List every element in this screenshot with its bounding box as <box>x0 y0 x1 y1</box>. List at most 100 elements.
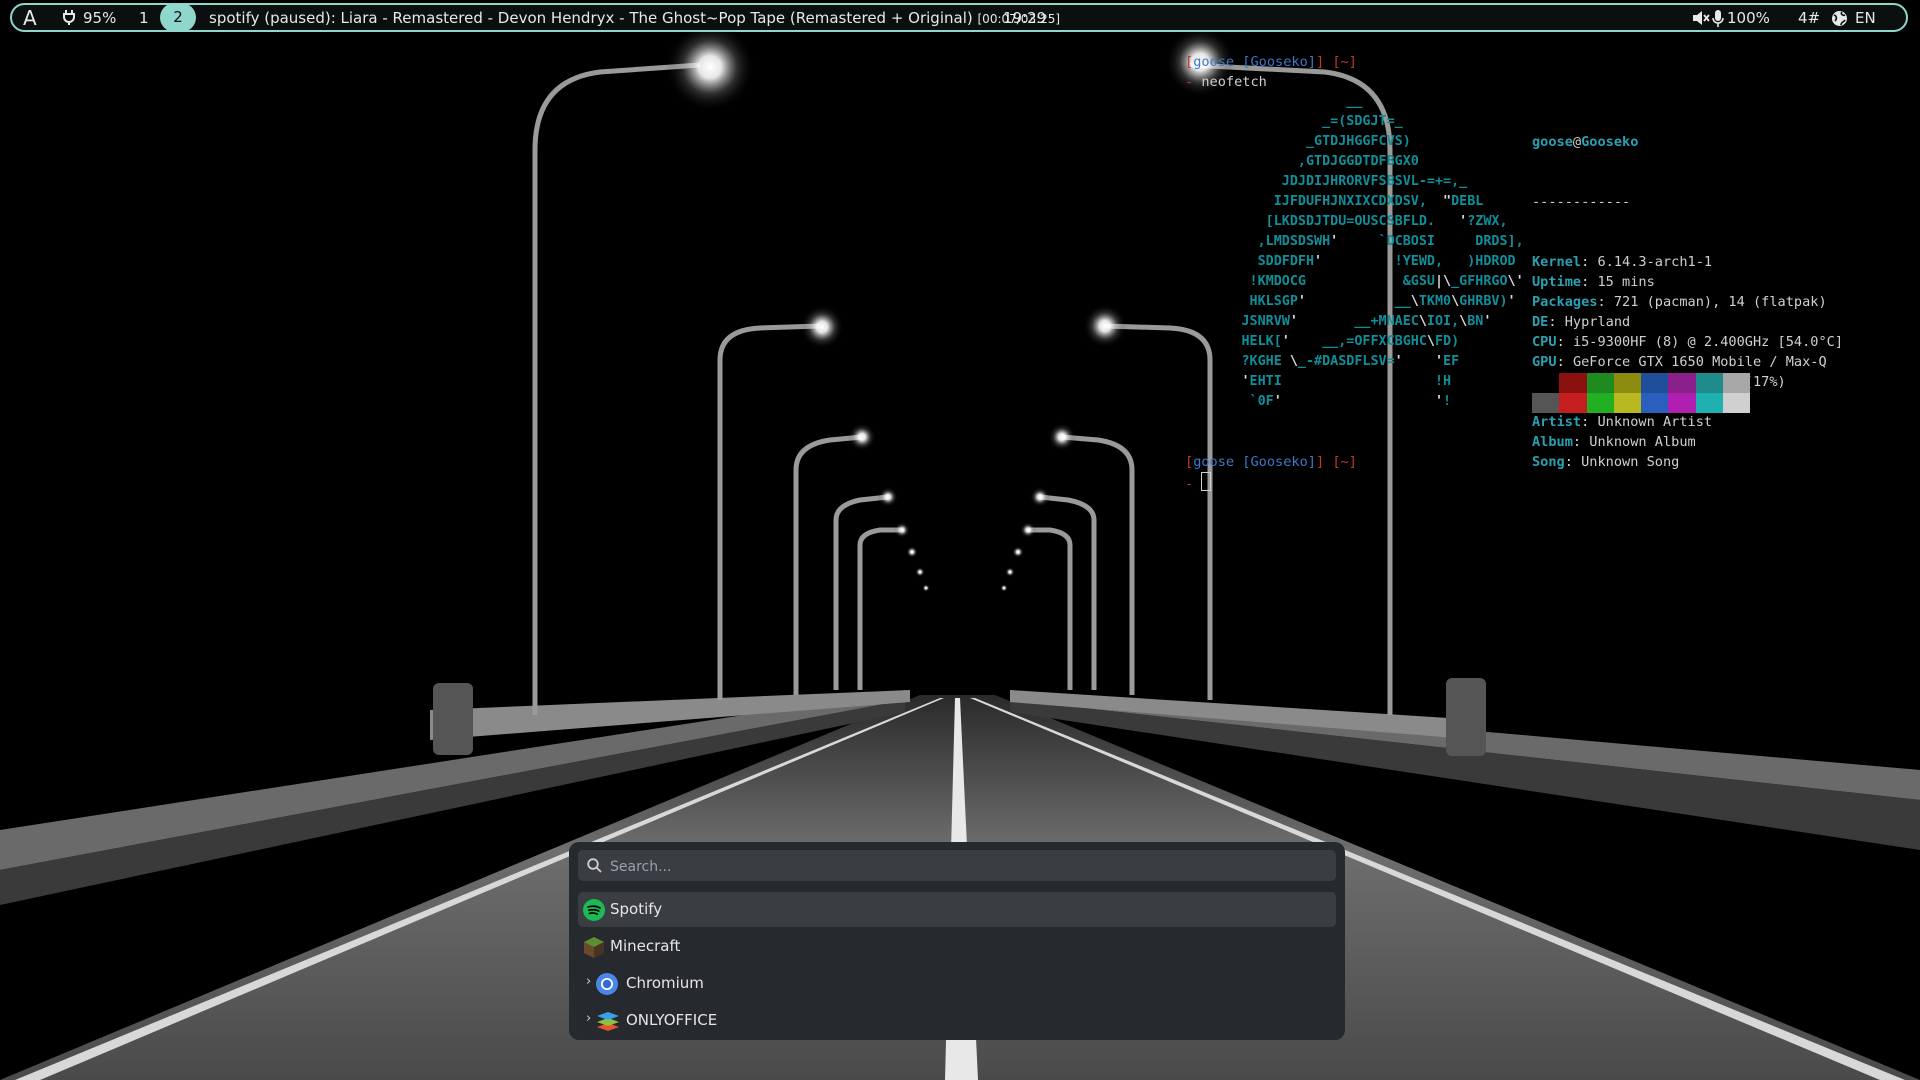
info-row: GPU: GeForce GTX 1650 Mobile / Max-Q <box>1532 354 1827 370</box>
ascii-line: JSNRVW' __+MNAEC\IOI,\BN' <box>1241 314 1492 329</box>
media-status[interactable]: spotify (paused): Liara - Remastered - D… <box>209 9 1060 27</box>
launcher-item-label: Chromium <box>626 974 704 992</box>
launcher-item-label: Minecraft <box>610 937 681 955</box>
chevron-right-icon[interactable]: › <box>586 974 591 989</box>
globe-icon <box>1831 10 1848 31</box>
clock[interactable]: 19:29 <box>1003 9 1046 27</box>
terminal-window[interactable]: [goose [Gooseko]] [~] - neofetch __ _=(S… <box>1185 52 1905 502</box>
indicator-text: 4# <box>1798 9 1821 27</box>
media-title: spotify (paused): Liara - Remastered - D… <box>209 9 973 27</box>
palette-swatch <box>1532 393 1560 413</box>
info-row: Song: Unknown Song <box>1532 454 1680 470</box>
app-launcher-button[interactable]: A <box>23 6 37 30</box>
prompt-line-2: [goose [Gooseko]] [~] <box>1185 454 1357 470</box>
info-separator: ------------ <box>1532 194 1631 210</box>
ascii-line: IJFDUFHJNXIXCDXDSV, "DEBL <box>1273 194 1484 209</box>
launcher-item-spotify[interactable]: Spotify <box>578 892 1336 927</box>
palette-swatch <box>1532 373 1560 393</box>
palette-swatch <box>1613 393 1641 413</box>
onlyoffice-icon <box>596 1010 619 1032</box>
info-key: CPU <box>1532 334 1557 350</box>
user-host: goose@Gooseko <box>1532 134 1639 150</box>
info-row: Uptime: 15 mins <box>1532 274 1655 290</box>
info-key: DE <box>1532 314 1549 330</box>
palette-swatch <box>1722 373 1750 393</box>
info-value: i5-9300HF (8) @ 2.400GHz [54.0°C] <box>1572 334 1844 350</box>
prompt-line: [goose [Gooseko]] [~] <box>1185 54 1357 70</box>
speaker-muted-icon[interactable] <box>1692 10 1710 30</box>
palette-swatch <box>1695 373 1723 393</box>
palette-swatch <box>1641 373 1669 393</box>
launcher-item-onlyoffice[interactable]: › ONLYOFFICE <box>578 1003 1336 1038</box>
workspace-1[interactable]: 1 <box>139 9 149 27</box>
info-row: CPU: i5-9300HF (8) @ 2.400GHz [54.0°C] <box>1532 334 1844 350</box>
info-key: GPU <box>1532 354 1557 370</box>
top-bar: A 95% 1 2 spotify (paused): Liara - Rema… <box>10 3 1908 32</box>
palette-swatch <box>1559 393 1587 413</box>
info-value: 15 mins <box>1597 274 1655 290</box>
info-key: Song <box>1532 454 1565 470</box>
launcher-item-chromium[interactable]: › Chromium <box>578 966 1336 1001</box>
info-key: Uptime <box>1532 274 1582 290</box>
ascii-line: ?KGHE \_-#DASDFLSV=' 'EF <box>1241 354 1460 369</box>
neofetch-ascii-logo: __ _=(SDGJT=_ _GTDJHGGFCVS) ,GTDJGGDTDFB… <box>1185 92 1524 412</box>
info-row: DE: Hyprland <box>1532 314 1631 330</box>
battery-percent: 95% <box>83 9 117 27</box>
info-key: Packages <box>1532 294 1598 310</box>
ascii-line: SDDFDFH' !YEWD, )HDROD <box>1257 254 1516 269</box>
ascii-line: JDJDIJHRORVFSBSVL-=+=,_ <box>1281 174 1468 189</box>
search-box[interactable] <box>578 850 1336 883</box>
ascii-line: _GTDJHGGFCVS) <box>1305 134 1411 149</box>
palette-swatch <box>1722 393 1750 413</box>
palette-swatch <box>1559 373 1587 393</box>
text-cursor <box>1201 472 1212 491</box>
neofetch-info: goose@Gooseko ------------ Kernel: 6.14.… <box>1532 92 1843 512</box>
ascii-line: 'EHTI !H <box>1241 374 1452 389</box>
info-key: Album <box>1532 434 1573 450</box>
microphone-icon[interactable] <box>1712 10 1724 31</box>
ascii-line: [LKDSDJTDU=OUSCSBFLD. '?ZWX, <box>1265 214 1508 229</box>
palette-swatch <box>1586 373 1614 393</box>
chevron-right-icon[interactable]: › <box>586 1011 591 1026</box>
palette-swatch <box>1613 373 1641 393</box>
search-input[interactable] <box>608 850 1332 883</box>
search-icon <box>587 858 602 877</box>
color-palette <box>1532 373 1750 413</box>
command-line: - neofetch <box>1185 74 1267 90</box>
info-value: Unknown Album <box>1589 434 1696 450</box>
info-value: 721 (pacman), 14 (flatpak) <box>1613 294 1827 310</box>
ascii-line: _=(SDGJT=_ <box>1322 114 1403 129</box>
info-value: 6.14.3-arch1-1 <box>1597 254 1713 270</box>
info-key: Artist <box>1532 414 1582 430</box>
chromium-icon <box>596 973 618 995</box>
palette-swatch <box>1668 373 1696 393</box>
info-row: Album: Unknown Album <box>1532 434 1696 450</box>
info-key: Kernel <box>1532 254 1582 270</box>
ascii-line: ,GTDJGGDTDFBGX0 <box>1297 154 1419 169</box>
ascii-line: HKLSGP' __\TKM0\GHRBV)' <box>1249 294 1516 309</box>
ascii-line: __ <box>1346 94 1363 109</box>
launcher-item-label: Spotify <box>610 900 663 918</box>
info-value: Unknown Artist <box>1597 414 1713 430</box>
info-row: Packages: 721 (pacman), 14 (flatpak) <box>1532 294 1827 310</box>
launcher-item-label: ONLYOFFICE <box>626 1011 718 1029</box>
palette-swatch <box>1668 393 1696 413</box>
workspace-2-active[interactable]: 2 <box>160 3 196 32</box>
spotify-icon <box>583 899 605 921</box>
palette-swatch <box>1641 393 1669 413</box>
keyboard-language[interactable]: EN <box>1855 9 1876 27</box>
launcher-item-minecraft[interactable]: Minecraft <box>578 929 1336 964</box>
ascii-line: HELK[' __,=OFFXCBGHC\FD) <box>1241 334 1460 349</box>
volume-percent: 100% <box>1727 9 1770 27</box>
info-value: Unknown Song <box>1581 454 1680 470</box>
app-launcher: Spotify Minecraft › Chromium › ONLYOFFIC… <box>569 842 1345 1040</box>
plug-icon <box>62 9 76 29</box>
palette-swatch <box>1586 393 1614 413</box>
info-value: GeForce GTX 1650 Mobile / Max-Q <box>1572 354 1827 370</box>
ascii-line: ,LMDSDSWH' `DCBOSI DRDS], <box>1257 234 1524 249</box>
info-value: Hyprland <box>1564 314 1631 330</box>
info-row: Artist: Unknown Artist <box>1532 414 1713 430</box>
ascii-line: !KMDOCG &GSU|\_GFHRGO\' <box>1249 274 1524 289</box>
minecraft-icon <box>583 936 605 958</box>
input-line[interactable]: - <box>1185 472 1212 494</box>
